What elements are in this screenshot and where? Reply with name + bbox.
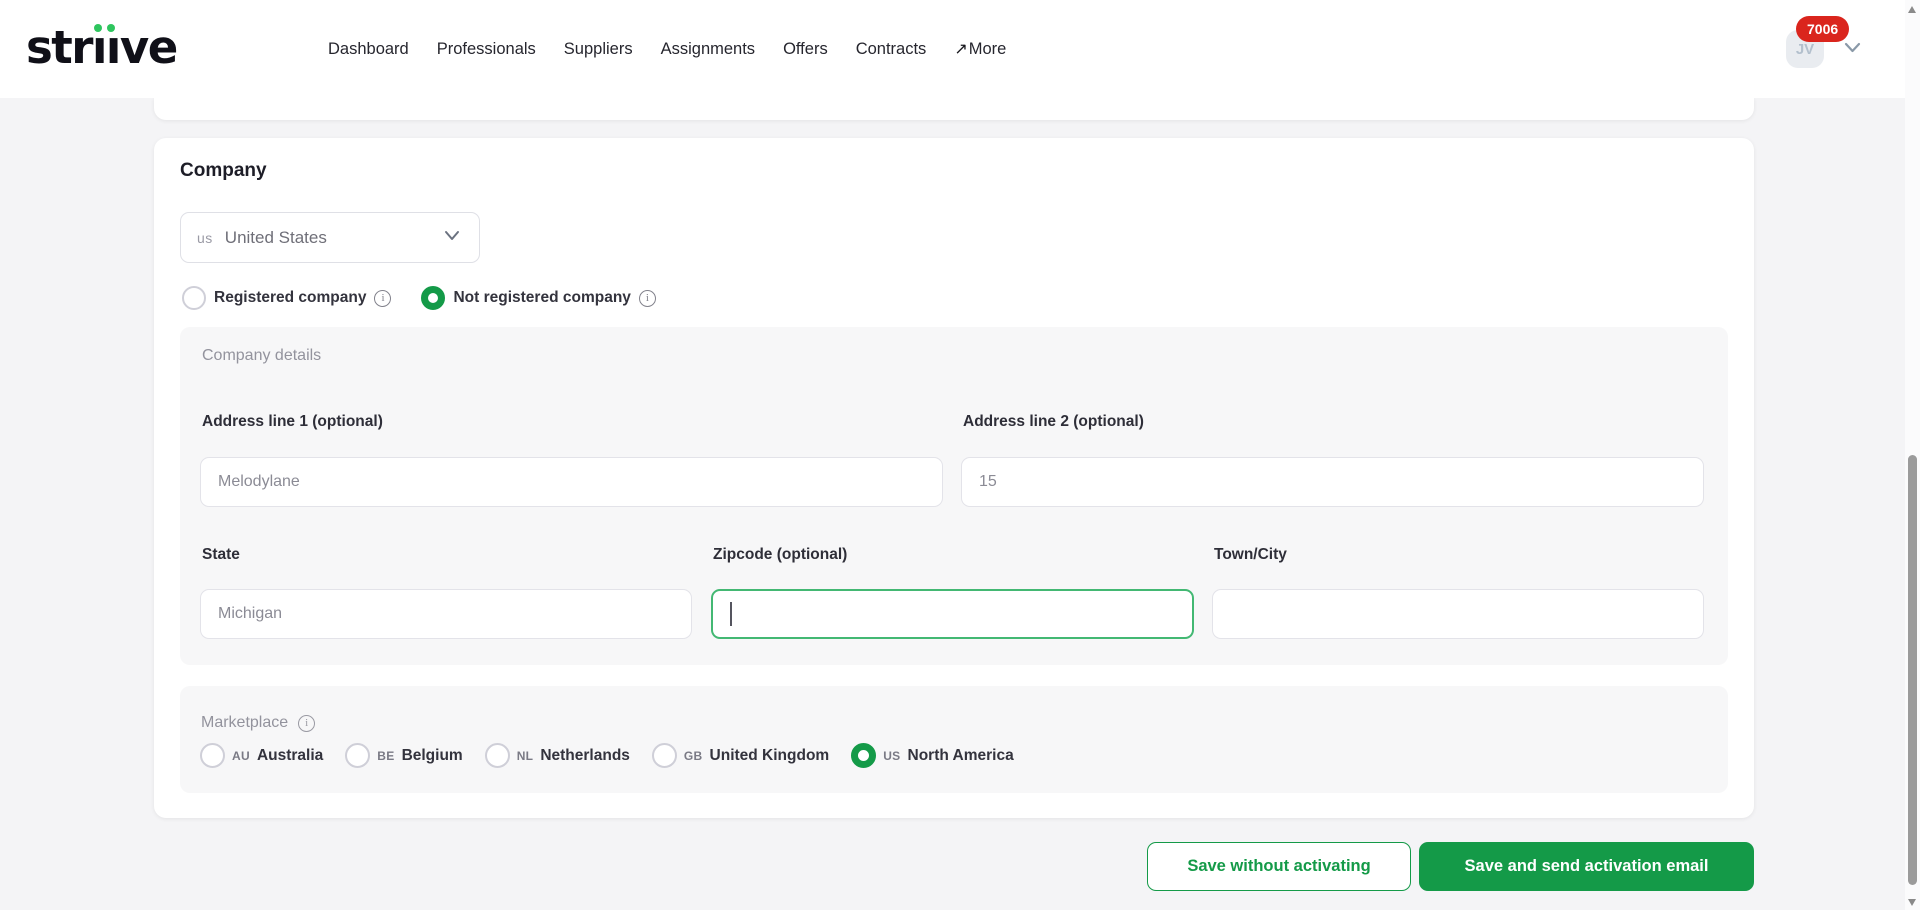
radio-marketplace-north-america[interactable]: US North America [851,743,1014,768]
logo-green-dot [94,24,102,32]
country-select-value: United States [225,228,441,248]
user-menu-chevron-down-icon[interactable] [1842,37,1863,63]
info-icon[interactable]: i [639,290,656,307]
town-city-input[interactable] [1212,589,1704,639]
company-section-title: Company [180,160,267,182]
state-label: State [202,546,240,564]
save-secondary-label: Save without activating [1187,857,1370,876]
country-code: US [197,230,213,246]
not-registered-company-label: Not registered company [453,289,630,307]
radio-circle-unselected[interactable] [182,286,206,310]
striive-logo[interactable]: strııve [26,18,177,78]
state-value: Michigan [218,605,282,623]
scrollbar-down-arrow[interactable] [1908,899,1916,906]
avatar-initials: JV [1796,41,1814,58]
marketplace-option-label: Australia [257,747,323,765]
registered-company-label: Registered company [214,289,366,307]
save-without-activating-button[interactable]: Save without activating [1147,842,1411,891]
previous-card-bottom [154,98,1754,120]
marketplace-panel: Marketplace i AU Australia BE Belgium NL… [180,686,1728,793]
radio-registered-company[interactable]: Registered company i [182,286,391,310]
marketplace-option-label: Netherlands [540,747,630,765]
save-primary-label: Save and send activation email [1465,857,1709,876]
radio-not-registered-company[interactable]: Not registered company i [421,286,655,310]
company-details-panel: Company details Address line 1 (optional… [180,327,1728,665]
country-code: NL [517,749,534,763]
radio-circle-selected[interactable] [851,743,876,768]
marketplace-label: Marketplace [201,714,288,732]
logo-green-dot [107,24,115,32]
company-details-title: Company details [202,347,321,365]
marketplace-title-row: Marketplace i [201,714,315,732]
vertical-scrollbar[interactable] [1905,0,1920,910]
radio-circle-unselected[interactable] [485,743,510,768]
company-card: Company US United States Registered comp… [154,138,1754,818]
country-code: US [883,749,900,763]
radio-marketplace-united-kingdom[interactable]: GB United Kingdom [652,743,829,768]
address-line2-value: 15 [979,473,997,491]
address-line1-input[interactable]: Melodylane [200,457,943,507]
save-and-send-activation-email-button[interactable]: Save and send activation email [1419,842,1754,891]
radio-circle-selected[interactable] [421,286,445,310]
country-select[interactable]: US United States [180,212,480,263]
zipcode-label: Zipcode (optional) [713,546,847,564]
address-line2-input[interactable]: 15 [961,457,1704,507]
radio-circle-unselected[interactable] [652,743,677,768]
radio-marketplace-australia[interactable]: AU Australia [200,743,323,768]
nav-item-suppliers[interactable]: Suppliers [564,40,633,59]
marketplace-options: AU Australia BE Belgium NL Netherlands G… [200,743,1014,768]
notification-count-badge: 7006 [1796,16,1849,42]
scrollbar-thumb[interactable] [1908,455,1917,885]
address-line2-label: Address line 2 (optional) [963,413,1144,431]
registration-type-options: Registered company i Not registered comp… [182,286,678,310]
radio-marketplace-netherlands[interactable]: NL Netherlands [485,743,630,768]
logo-text-left: str [26,21,92,74]
town-city-label: Town/City [1214,546,1287,564]
radio-circle-unselected[interactable] [345,743,370,768]
scrollbar-up-arrow[interactable] [1908,6,1916,13]
badge-count: 7006 [1807,21,1838,37]
zipcode-input[interactable] [711,589,1194,639]
nav-item-dashboard[interactable]: Dashboard [328,40,409,59]
marketplace-option-label: Belgium [402,747,463,765]
nav-item-contracts[interactable]: Contracts [856,40,927,59]
text-caret [730,602,732,626]
marketplace-option-label: North America [908,747,1014,765]
info-icon[interactable]: i [374,290,391,307]
external-arrow-icon: ↗ [954,39,967,59]
address-line1-label: Address line 1 (optional) [202,413,383,431]
nav-item-assignments[interactable]: Assignments [661,40,755,59]
country-code: GB [684,749,703,763]
main-nav: Dashboard Professionals Suppliers Assign… [328,0,1006,98]
radio-marketplace-belgium[interactable]: BE Belgium [345,743,462,768]
radio-circle-unselected[interactable] [200,743,225,768]
top-header: strııve Dashboard Professionals Supplier… [0,0,1920,98]
address-line1-value: Melodylane [218,473,300,491]
chevron-down-icon [441,224,463,251]
logo-text-right: ve [120,21,177,74]
info-icon[interactable]: i [298,715,315,732]
marketplace-option-label: United Kingdom [710,747,830,765]
country-code: AU [232,749,250,763]
nav-more-label: More [969,40,1007,59]
state-input[interactable]: Michigan [200,589,692,639]
nav-item-more[interactable]: ↗More [954,39,1006,59]
nav-item-professionals[interactable]: Professionals [437,40,536,59]
country-code: BE [377,749,394,763]
logo-text-mid: ıı [92,21,120,74]
nav-item-offers[interactable]: Offers [783,40,828,59]
